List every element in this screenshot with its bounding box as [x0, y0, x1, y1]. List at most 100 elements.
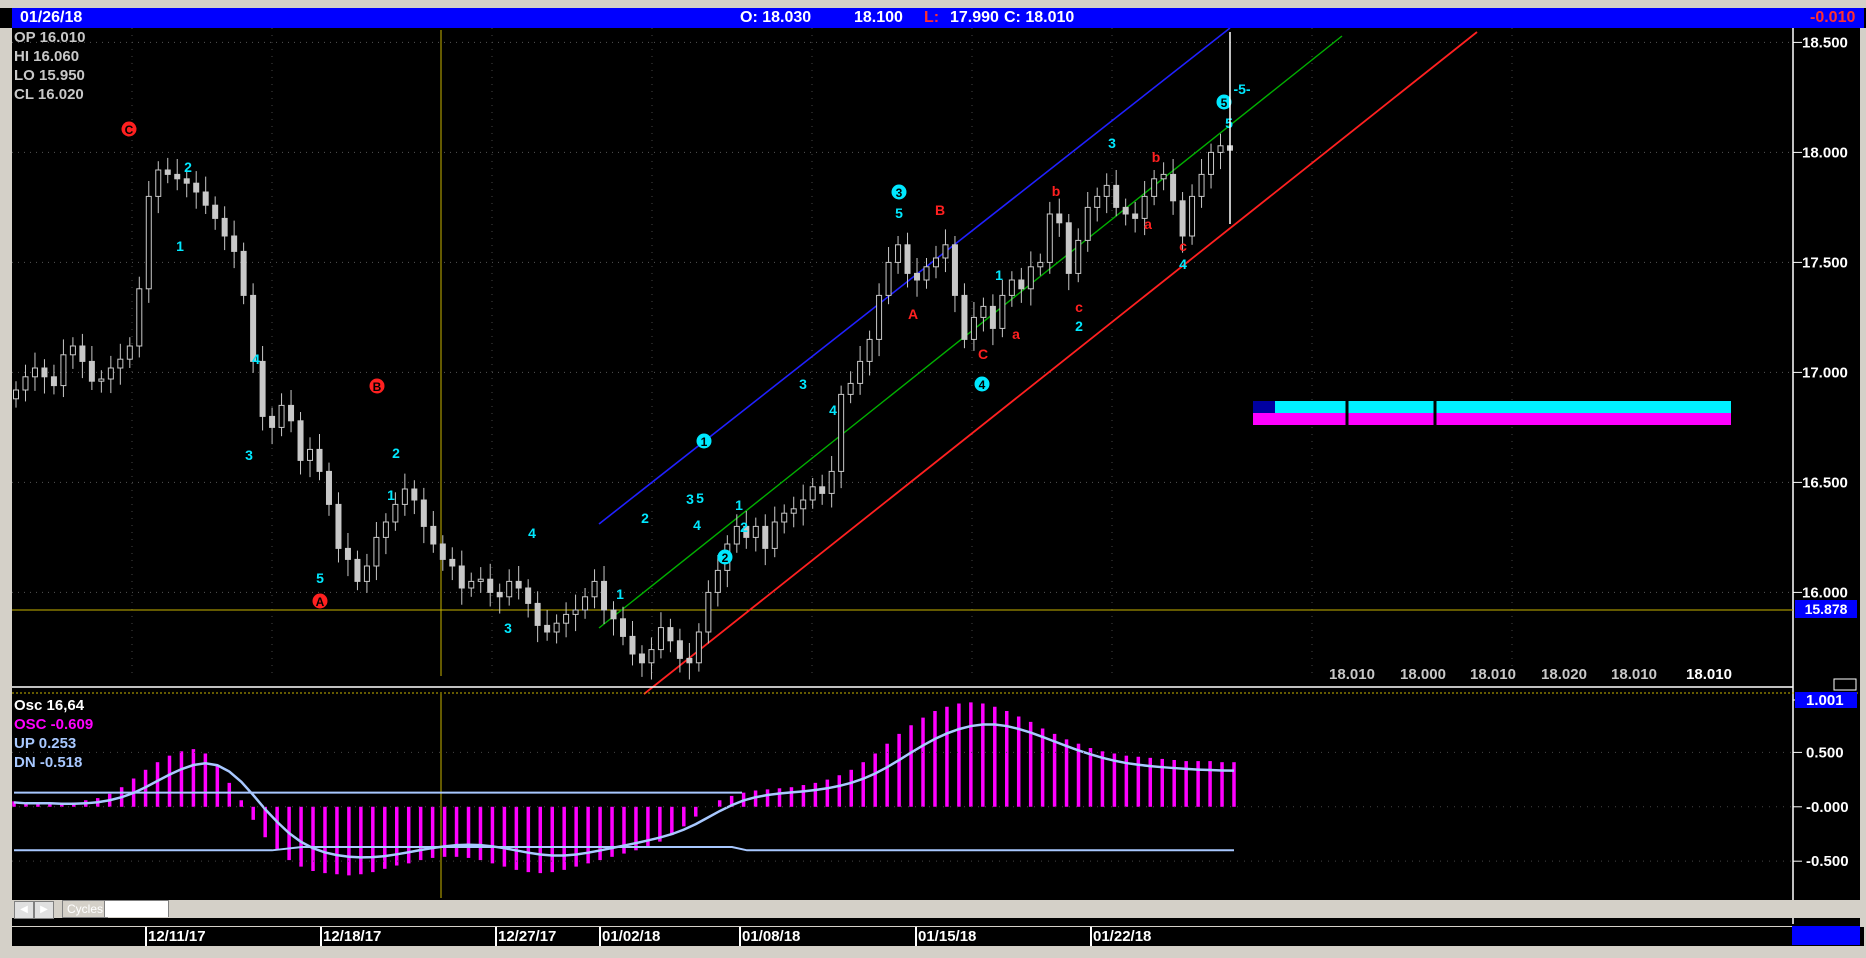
svg-text:4: 4 — [1179, 256, 1187, 272]
wave-label: 3 — [504, 620, 512, 636]
osc-axis-label: -0.500 — [1806, 853, 1849, 870]
header-change: -0.010 — [1810, 9, 1856, 26]
svg-text:5: 5 — [895, 205, 903, 221]
header-low-label: L: — [924, 9, 940, 26]
wave-label: 2 — [740, 519, 748, 535]
svg-text:2: 2 — [1075, 318, 1083, 334]
right-frame — [1860, 28, 1866, 958]
osc-title: Osc 16,64 — [14, 697, 85, 714]
date-axis[interactable]: 12/11/17 12/18/17 12/27/17 01/02/18 01/0… — [12, 926, 1864, 946]
wave-label: 3 — [245, 447, 253, 463]
right-arrow-icon[interactable]: ▶ — [34, 901, 54, 919]
date-label: 01/22/18 — [1093, 928, 1152, 945]
wave-label: 1 — [387, 487, 395, 503]
bottom-value: 18.010 — [1686, 666, 1732, 683]
svg-text:2: 2 — [392, 445, 400, 461]
wave-label: A — [908, 306, 918, 322]
wave-label: 5 — [696, 490, 704, 506]
svg-text:-5-: -5- — [1233, 81, 1250, 97]
svg-text:4: 4 — [252, 351, 260, 367]
svg-text:2: 2 — [740, 519, 748, 535]
svg-text:2: 2 — [184, 159, 192, 175]
projection-block-navy — [1253, 401, 1275, 413]
svg-text:A: A — [316, 595, 325, 609]
quote-header-bar: 01/26/18 O: 18.030 18.100 L: 17.990 C: 1… — [12, 8, 1864, 28]
svg-text:2: 2 — [722, 551, 729, 565]
wave-label: 1 — [176, 238, 184, 254]
wave-label: c — [1179, 238, 1187, 254]
status-bar — [0, 946, 1866, 958]
header-low: 17.990 — [950, 9, 999, 26]
candle — [145, 181, 152, 303]
svg-text:a: a — [1144, 216, 1152, 232]
wave-label: 2 — [184, 159, 192, 175]
wave-label: B — [935, 202, 945, 218]
current-price-label: 15.878 — [1805, 601, 1848, 617]
price-label: 17.000 — [1802, 364, 1848, 381]
svg-text:3: 3 — [686, 491, 694, 507]
date-tick — [599, 927, 601, 946]
svg-text:c: c — [1179, 238, 1187, 254]
header-open: O: 18.030 — [740, 9, 812, 26]
price-label: 18.500 — [1802, 34, 1848, 51]
legend-low: LO 15.950 — [14, 67, 85, 84]
svg-text:3: 3 — [799, 376, 807, 392]
svg-text:B: B — [373, 380, 382, 394]
svg-text:5: 5 — [696, 490, 704, 506]
osc-dn-value: DN -0.518 — [14, 754, 83, 771]
svg-text:a: a — [1012, 326, 1020, 342]
svg-text:b: b — [1052, 183, 1061, 199]
date-label: 01/15/18 — [918, 928, 977, 945]
svg-text:C: C — [978, 346, 988, 362]
wave-label: c — [1075, 299, 1083, 315]
wave-label: 1 — [616, 586, 624, 602]
legend-high: HI 16.060 — [14, 48, 80, 65]
svg-text:c: c — [1075, 299, 1083, 315]
date-tick — [739, 927, 741, 946]
tab-osc[interactable]: Osc 16,64 — [104, 900, 169, 917]
date-tick — [495, 927, 497, 946]
glasses-icon[interactable] — [1833, 678, 1857, 691]
osc-axis-label: -0.000 — [1806, 799, 1849, 816]
svg-text:1: 1 — [616, 586, 624, 602]
left-frame — [0, 28, 12, 958]
candle — [240, 242, 247, 305]
wave-label: 4 — [693, 517, 701, 533]
wave-label: 5 — [316, 570, 324, 586]
wave-label: b — [1052, 183, 1061, 199]
svg-text:B: B — [935, 202, 945, 218]
svg-text:4: 4 — [829, 402, 837, 418]
svg-text:1: 1 — [735, 497, 743, 513]
bottom-value: 18.000 — [1400, 666, 1446, 683]
price-chart[interactable]: 18.500 18.000 17.500 17.000 16.500 16.000 C 2 1… — [12, 28, 1860, 924]
chart-tab-bar: ◀ ▶ Cycles Osc 16,64 — [12, 900, 1864, 919]
osc-up-value: UP 0.253 — [14, 735, 77, 752]
svg-text:b: b — [1152, 149, 1161, 165]
svg-text:5: 5 — [1221, 96, 1228, 110]
svg-text:4: 4 — [979, 378, 986, 392]
svg-text:3: 3 — [504, 620, 512, 636]
price-label: 18.000 — [1802, 144, 1848, 161]
bottom-value: 18.010 — [1470, 666, 1516, 683]
current-price-box[interactable]: 15.878 — [1795, 600, 1857, 618]
wave-label: 5 — [895, 205, 903, 221]
projection-block-magenta — [1253, 413, 1731, 425]
date-axis-corner — [1792, 926, 1860, 945]
bottom-value: 18.010 — [1611, 666, 1657, 683]
wave-label: 2 — [392, 445, 400, 461]
wave-label: 2 — [641, 510, 649, 526]
date-label: 01/08/18 — [742, 928, 801, 945]
header-date: 01/26/18 — [20, 9, 83, 26]
tab-cycles[interactable]: Cycles — [62, 900, 109, 918]
wave-label: 3 — [799, 376, 807, 392]
wave-label: 4 — [528, 525, 536, 541]
wave-label: 3 — [1108, 135, 1116, 151]
svg-text:1: 1 — [387, 487, 395, 503]
svg-text:2: 2 — [641, 510, 649, 526]
svg-text:A: A — [908, 306, 918, 322]
left-arrow-icon[interactable]: ◀ — [14, 901, 34, 919]
projection-block-cyan — [1275, 401, 1731, 413]
date-label: 12/11/17 — [148, 928, 206, 945]
wave-label: 3 — [686, 491, 694, 507]
svg-text:5: 5 — [1225, 115, 1233, 131]
